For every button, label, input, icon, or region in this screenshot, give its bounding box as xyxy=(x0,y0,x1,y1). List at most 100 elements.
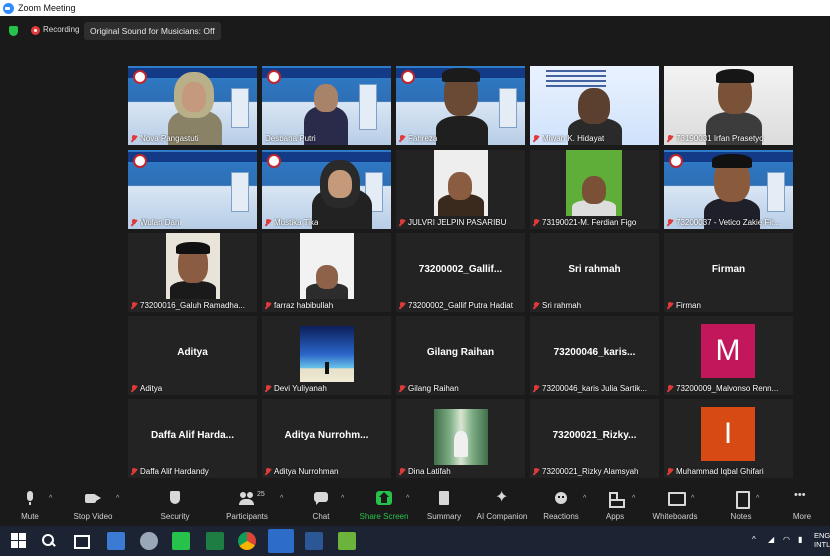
share-screen-button[interactable]: Share Screen ^ xyxy=(354,491,414,521)
security-button[interactable]: Security xyxy=(145,491,205,521)
reactions-button[interactable]: Reactions ^ xyxy=(531,491,591,521)
windows-taskbar: ^ ◢ ◠ ▮ ENG INTL xyxy=(0,526,830,556)
participant-name: Daffa Alif Hardandy xyxy=(140,467,209,476)
participant-tile[interactable]: 73200046_karis... 73200046_karis Julia S… xyxy=(530,316,659,395)
android-app-icon[interactable] xyxy=(338,532,356,550)
mute-options-caret-icon[interactable]: ^ xyxy=(49,495,52,502)
participant-tile[interactable]: JULVRI JELPIN PASARIBU xyxy=(396,150,525,229)
notes-button[interactable]: Notes ^ xyxy=(711,491,771,521)
chrome-icon[interactable] xyxy=(238,532,256,550)
spreadsheet-app-icon[interactable] xyxy=(172,532,190,550)
participant-tile[interactable]: Aditya Nurrohm... Aditya Nurrohman xyxy=(262,399,391,478)
network-icon[interactable]: ◢ xyxy=(768,535,774,544)
recording-label[interactable]: Recording xyxy=(43,25,79,34)
tray-chevron-icon[interactable]: ^ xyxy=(752,535,756,544)
ai-companion-label: AI Companion xyxy=(476,512,528,521)
volume-icon[interactable]: ▮ xyxy=(798,535,802,544)
participant-tile[interactable]: Nova Pangastuti xyxy=(128,66,257,145)
meeting-toolbar: Mute ^ Stop Video ^ Security 25 Particip… xyxy=(0,485,830,526)
apps-button[interactable]: Apps ^ xyxy=(585,491,645,521)
original-sound-button[interactable]: Original Sound for Musicians: Off xyxy=(84,22,221,40)
task-view-icon[interactable] xyxy=(72,532,90,550)
stop-video-button[interactable]: Stop Video ^ xyxy=(63,491,123,521)
participant-name: 73200002_Gallif Putra Hadiat xyxy=(408,301,513,310)
chat-button[interactable]: Chat ^ xyxy=(291,491,351,521)
participants-options-caret-icon[interactable]: ^ xyxy=(280,495,283,502)
participant-tile[interactable]: 73200002_Gallif... 73200002_Gallif Putra… xyxy=(396,233,525,312)
participant-tile[interactable]: Devi Yuliyanah xyxy=(262,316,391,395)
participant-tile[interactable]: 73200016_Galuh Ramadha... xyxy=(128,233,257,312)
participant-tile[interactable]: Firman Firman xyxy=(664,233,793,312)
whiteboards-options-caret-icon[interactable]: ^ xyxy=(691,495,694,502)
encryption-shield-icon[interactable] xyxy=(9,26,18,36)
muted-mic-icon xyxy=(131,218,137,227)
word-icon[interactable] xyxy=(305,532,323,550)
participant-hair xyxy=(716,69,754,83)
participant-tile[interactable]: Daffa Alif Harda... Daffa Alif Hardandy xyxy=(128,399,257,478)
ai-sparkle-icon xyxy=(494,487,510,507)
participant-name: 73190031 Irfan Prasetyo xyxy=(676,134,764,143)
name-tag: Miwan K. Hidayat xyxy=(533,134,656,143)
name-tag: Firman xyxy=(667,301,790,310)
participant-tile[interactable]: 73200037 - Vetico Zakie Fir... xyxy=(664,150,793,229)
participant-tile[interactable]: Gilang Raihan Gilang Raihan xyxy=(396,316,525,395)
participant-tile[interactable]: I Muhammad Iqbal Ghifari xyxy=(664,399,793,478)
chat-options-caret-icon[interactable]: ^ xyxy=(341,495,344,502)
ai-companion-button[interactable]: AI Companion xyxy=(472,487,532,521)
whiteboard-icon xyxy=(667,491,686,506)
notes-options-caret-icon[interactable]: ^ xyxy=(756,495,759,502)
participant-tile[interactable]: Sri rahmah Sri rahmah xyxy=(530,233,659,312)
participant-face xyxy=(582,176,606,204)
participant-display-name: Aditya Nurrohm... xyxy=(284,430,369,441)
name-tag: 73200009_Malvonso Renn... xyxy=(667,384,790,393)
participants-button[interactable]: 25 Participants ^ xyxy=(217,491,283,521)
stop-video-label: Stop Video xyxy=(73,512,113,521)
muted-mic-icon xyxy=(667,384,673,393)
participant-tile[interactable]: 73190021-M. Ferdian Figo xyxy=(530,150,659,229)
participants-label: Participants xyxy=(226,512,268,521)
participant-tile[interactable]: farraz habibullah xyxy=(262,233,391,312)
mute-button[interactable]: Mute ^ xyxy=(0,491,60,521)
participant-tile[interactable]: Aditya Aditya xyxy=(128,316,257,395)
file-explorer-icon[interactable] xyxy=(107,532,125,550)
muted-mic-icon xyxy=(265,467,271,476)
wifi-icon[interactable]: ◠ xyxy=(783,535,790,544)
participant-tile[interactable]: M 73200009_Malvonso Renn... xyxy=(664,316,793,395)
participant-tile[interactable]: Miwan K. Hidayat xyxy=(530,66,659,145)
search-icon[interactable] xyxy=(40,532,58,550)
summary-icon xyxy=(436,491,452,505)
windows-start-icon[interactable] xyxy=(10,532,28,550)
meeting-topbar: Recording Original Sound for Musicians: … xyxy=(0,16,830,46)
participant-name: 73200037 - Vetico Zakie Fir... xyxy=(676,218,781,227)
participant-tile[interactable]: 73190031 Irfan Prasetyo xyxy=(664,66,793,145)
participant-tile[interactable]: Wulan Dani xyxy=(128,150,257,229)
participant-tile[interactable]: Dina Latifah xyxy=(396,399,525,478)
name-tag: 73190031 Irfan Prasetyo xyxy=(667,134,790,143)
summary-button[interactable]: Summary xyxy=(414,491,474,521)
name-tag: Mustika Tika xyxy=(265,218,388,227)
excel-icon[interactable] xyxy=(206,532,224,550)
participant-display-name: Gilang Raihan xyxy=(426,347,495,358)
name-tag: 73200016_Galuh Ramadha... xyxy=(131,301,254,310)
muted-mic-icon xyxy=(131,467,137,476)
participants-count: 25 xyxy=(257,491,265,498)
participant-tile[interactable]: 73200021_Rizky... 73200021_Rizky Alamsya… xyxy=(530,399,659,478)
muted-mic-icon xyxy=(399,218,405,227)
zoom-taskbar-icon[interactable] xyxy=(268,529,294,553)
video-camera-icon xyxy=(85,491,101,505)
more-button[interactable]: More xyxy=(772,489,830,521)
muted-mic-icon xyxy=(667,301,673,310)
name-tag: Devi Yuliyanah xyxy=(265,384,388,393)
participant-tile[interactable]: Mustika Tika xyxy=(262,150,391,229)
share-options-caret-icon[interactable]: ^ xyxy=(406,495,409,502)
whiteboards-button[interactable]: Whiteboards ^ xyxy=(645,491,705,521)
name-tag: Aditya Nurrohman xyxy=(265,467,388,476)
muted-mic-icon xyxy=(533,301,539,310)
participant-tile[interactable]: Fahreza xyxy=(396,66,525,145)
participant-tile-active-speaker[interactable]: Desbana Putri xyxy=(262,66,391,145)
apps-options-caret-icon[interactable]: ^ xyxy=(632,495,635,502)
input-language[interactable]: ENG INTL xyxy=(814,531,830,549)
app-icon[interactable] xyxy=(140,532,158,550)
video-options-caret-icon[interactable]: ^ xyxy=(116,495,119,502)
participant-hair xyxy=(442,68,480,82)
